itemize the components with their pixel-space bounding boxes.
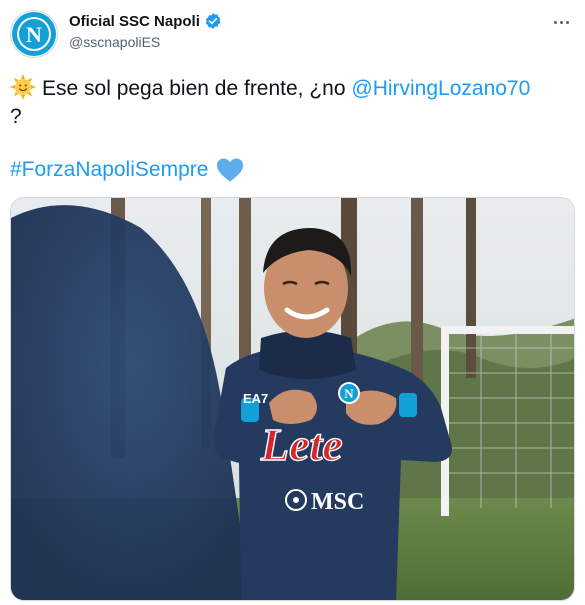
mention-link[interactable]: @HirvingLozano70 bbox=[351, 77, 530, 100]
sun-with-face-emoji-icon bbox=[10, 74, 36, 100]
more-options-icon[interactable] bbox=[549, 12, 573, 32]
napoli-crest-icon: N bbox=[12, 12, 56, 56]
avatar-letter: N bbox=[26, 22, 42, 47]
blue-heart-emoji-icon bbox=[217, 158, 244, 182]
hashtag-link[interactable]: #ForzaNapoliSempre bbox=[10, 156, 208, 184]
more-dot bbox=[559, 20, 563, 24]
more-dot bbox=[553, 20, 557, 24]
account-handle[interactable]: @sscnapoliES bbox=[69, 34, 160, 50]
tweet-photo[interactable]: N EA7 Lete MSC bbox=[10, 197, 575, 601]
tweet-card[interactable]: N Oficial SSC Napoli @sscnapoliES Ese so… bbox=[0, 0, 585, 605]
avatar[interactable]: N bbox=[10, 10, 58, 58]
kit-brand-text: EA7 bbox=[243, 391, 268, 406]
kit-crest-letter: N bbox=[344, 386, 354, 401]
player-photo: N EA7 Lete MSC bbox=[11, 198, 574, 600]
tweet-text-after: ? bbox=[10, 105, 22, 128]
display-name[interactable]: Oficial SSC Napoli bbox=[69, 13, 200, 30]
tweet-text-before: Ese sol pega bien de frente, ¿no bbox=[42, 77, 352, 100]
verified-badge-icon bbox=[204, 12, 222, 30]
kit-sponsor-text: Lete bbox=[260, 419, 343, 470]
tweet-text: Ese sol pega bien de frente, ¿no @Hirvin… bbox=[10, 74, 570, 131]
more-dot bbox=[565, 20, 569, 24]
kit-sponsor-2-text: MSC bbox=[311, 489, 364, 515]
